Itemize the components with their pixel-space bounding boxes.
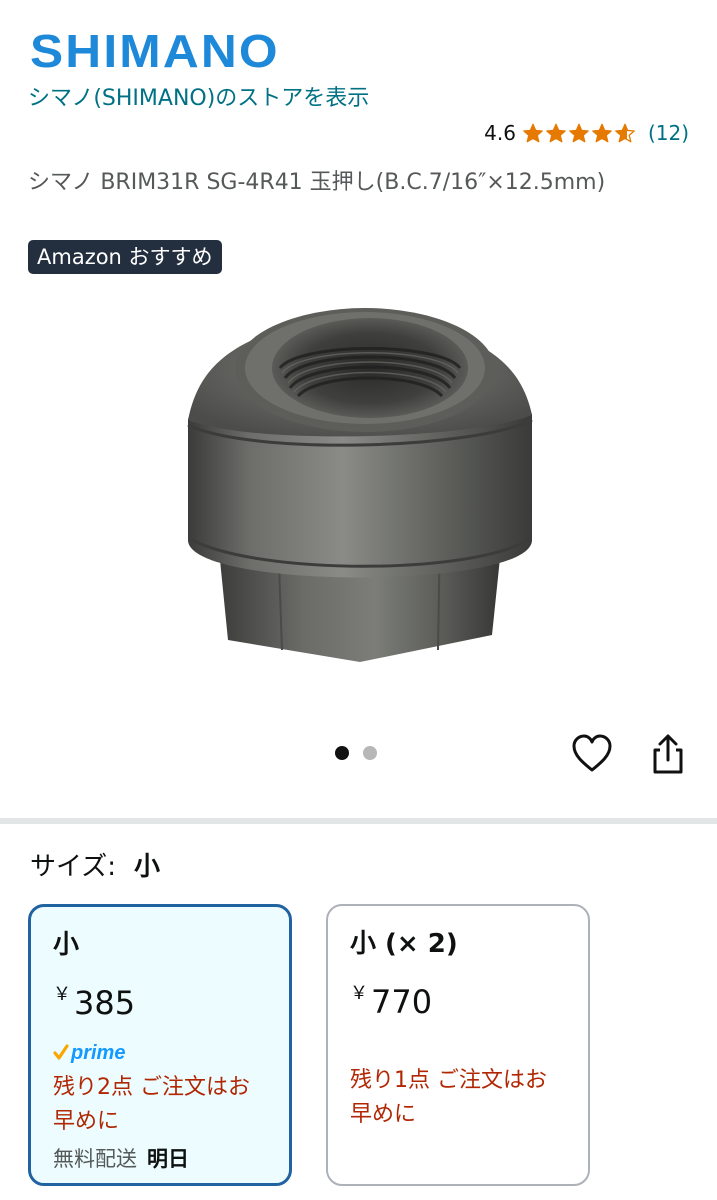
prime-badge: prime [53,1041,267,1065]
heart-icon[interactable] [570,732,614,776]
option-price: ￥385 [53,975,267,1023]
price-value: 385 [74,984,136,1022]
currency-symbol: ￥ [53,984,71,1005]
share-icon[interactable] [646,732,690,776]
store-link[interactable]: シマノ(SHIMANO)のストアを表示 [28,82,448,116]
option-price: ￥770 [350,974,566,1022]
delivery-info: 無料配送 明日 [53,1141,267,1177]
delivery-date: 明日 [147,1147,189,1171]
hub-cone-nut-image [187,308,533,662]
option-name: 小 [53,930,80,960]
rating-count[interactable]: (12) [648,121,689,145]
size-label: サイズ: 小 [30,850,160,884]
option-name: 小 (× 2) [350,929,458,959]
star-full-icon [569,123,589,143]
size-selected-value: 小 [133,852,160,882]
currency-symbol: ￥ [350,983,368,1004]
star-full-icon [523,123,543,143]
brand-logo[interactable]: SHIMANO [30,28,280,74]
image-pagination[interactable] [335,746,377,760]
rating-value: 4.6 [484,121,516,145]
prime-label: prime [71,1041,126,1064]
product-title: シマノ BRIM31R SG-4R41 玉押し(B.C.7/16″×12.5mm… [28,170,606,195]
star-half-icon [615,123,635,143]
delivery-label: 無料配送 [53,1147,137,1171]
product-image[interactable] [170,290,550,690]
price-value: 770 [371,983,433,1021]
rating[interactable]: 4.6 (12) [484,117,689,149]
size-option-small[interactable]: 小 ￥385 prime 残り2点 ご注文はお早めに 無料配送 明日 [28,904,292,1186]
pagination-dot-active[interactable] [335,746,349,760]
star-full-icon [546,123,566,143]
stock-warning: 残り2点 ご注文はお早めに [53,1075,250,1134]
section-divider [0,818,717,824]
star-full-icon [592,123,612,143]
prime-check-icon [53,1044,69,1060]
amazon-choice-badge: Amazon おすすめ [28,240,222,274]
star-rating [522,122,636,144]
pagination-dot[interactable] [363,746,377,760]
stock-warning: 残り1点 ご注文はお早めに [350,1068,547,1127]
size-option-small-x2[interactable]: 小 (× 2) ￥770 残り1点 ご注文はお早めに [326,904,590,1186]
size-label-text: サイズ: [30,852,116,882]
